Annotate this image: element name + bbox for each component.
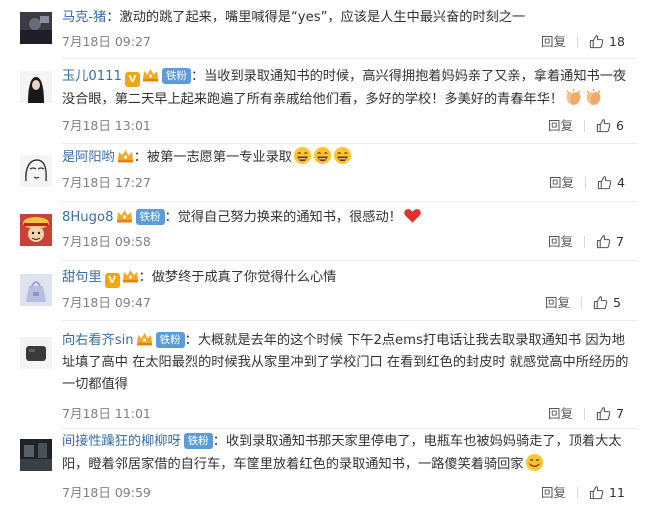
user-avatar[interactable] (20, 12, 52, 44)
user-avatar[interactable] (20, 71, 52, 103)
username-link[interactable]: 玉儿0111 (62, 69, 122, 84)
clapping-hands-emoji (586, 88, 601, 105)
meta-divider (577, 36, 578, 48)
comment-timestamp: 7月18日 11:01 (62, 406, 151, 421)
meta-divider (577, 487, 578, 499)
username-link[interactable]: 是阿阳哟 (62, 150, 115, 165)
smiling-emoji (525, 453, 543, 472)
comment-timestamp: 7月18日 09:59 (62, 485, 151, 500)
reply-button[interactable]: 回复 (548, 234, 573, 250)
reply-button[interactable]: 回复 (548, 406, 573, 422)
like-button[interactable]: 7 (596, 406, 624, 422)
like-count: 7 (616, 234, 624, 249)
like-button[interactable]: 4 (597, 175, 625, 191)
user-avatar[interactable] (20, 274, 52, 306)
username-link[interactable]: 8Hugo8 (62, 210, 114, 225)
comment-body: 间接性躁狂的柳柳呀 铁粉 ：收到录取通知书那天家里停电了，电瓶车也被妈妈骑走了，顶着… (62, 431, 633, 476)
crown-badge (122, 270, 138, 283)
username-link[interactable]: 向右看齐sin (62, 333, 134, 348)
v-badge: V (124, 72, 140, 87)
laughing-emoji (333, 146, 352, 165)
crown-badge (136, 333, 152, 346)
laughing-emoji (293, 146, 312, 165)
reply-button[interactable]: 回复 (545, 295, 570, 311)
red-heart-emoji (404, 209, 421, 223)
comment-timestamp: 7月18日 09:27 (62, 34, 151, 49)
thumbs-up-icon (596, 407, 611, 421)
crown-badge (117, 150, 133, 163)
like-button[interactable]: 7 (596, 234, 624, 250)
comment-timestamp: 7月18日 09:58 (62, 234, 151, 249)
like-count: 4 (617, 175, 625, 190)
comment-item: 是阿阳哟 ：被第一志愿第一专业录取 7月18日 17:27 回复 4 (0, 144, 645, 200)
comment-body: 甜句里 V ：做梦终于成真了你觉得什么心情 (62, 267, 633, 289)
like-count: 6 (616, 118, 624, 133)
meta-divider (584, 236, 585, 248)
comment-text: ：激动的跳了起来，嘴里喊得是“yes”，应该是人生中最兴奋的时刻之一 (106, 10, 526, 25)
comment-item: 甜句里 V ：做梦终于成真了你觉得什么心情 7月18日 09:47 回复 5 (0, 261, 645, 317)
comment-body: 向右看齐sin 铁粉 ：大概就是去年的这个时候 下午2点ems打电话让我去取录取通知… (62, 330, 633, 396)
thumbs-up-icon (589, 486, 604, 500)
comment-item: 间接性躁狂的柳柳呀 铁粉 ：收到录取通知书那天家里停电了，电瓶车也被妈妈骑走了，顶着… (0, 429, 645, 510)
username-link[interactable]: 间接性躁狂的柳柳呀 (62, 434, 181, 449)
reply-button[interactable]: 回复 (541, 485, 566, 501)
user-avatar[interactable] (20, 155, 52, 187)
fan-badge: 铁粉 (135, 209, 165, 225)
fan-badge: 铁粉 (161, 68, 191, 84)
comment-text: ：做梦终于成真了你觉得什么心情 (138, 270, 337, 285)
meta-divider (581, 297, 582, 309)
comment-body: 玉儿0111 V 铁粉 ：当收到录取通知书的时候，高兴得拥抱着妈妈亲了又亲，拿着通知书… (62, 66, 633, 111)
crown-badge (116, 210, 132, 223)
thumbs-up-icon (593, 296, 608, 310)
username-link[interactable]: 甜句里 (62, 270, 102, 285)
user-avatar[interactable] (20, 439, 52, 471)
clapping-hands-emoji (566, 88, 581, 105)
v-badge: V (104, 273, 120, 288)
like-count: 18 (609, 34, 625, 49)
like-button[interactable]: 11 (589, 485, 625, 501)
comment-timestamp: 7月18日 09:47 (62, 295, 151, 310)
reply-button[interactable]: 回复 (549, 175, 574, 191)
comment-text: ：觉得自己努力换来的通知书，很感动！ (164, 210, 402, 225)
comment-item: 玉儿0111 V 铁粉 ：当收到录取通知书的时候，高兴得拥抱着妈妈亲了又亲，拿着通知书… (0, 59, 645, 143)
meta-divider (584, 408, 585, 420)
thumbs-up-icon (597, 176, 612, 190)
reply-button[interactable]: 回复 (541, 34, 566, 50)
like-count: 11 (609, 485, 625, 500)
like-button[interactable]: 5 (593, 295, 621, 311)
comment-item: 8Hugo8 铁粉 ：觉得自己努力换来的通知书，很感动！ 7月18日 09:58 回… (0, 202, 645, 258)
like-button[interactable]: 6 (596, 118, 624, 134)
comment-timestamp: 7月18日 17:27 (62, 175, 151, 190)
comment-text: ：被第一志愿第一专业录取 (133, 150, 292, 165)
reply-button[interactable]: 回复 (548, 118, 573, 134)
laughing-emoji (313, 146, 332, 165)
user-avatar[interactable] (20, 214, 52, 246)
fan-badge: 铁粉 (183, 433, 213, 449)
user-avatar[interactable] (20, 337, 52, 369)
comment-body: 是阿阳哟 ：被第一志愿第一专业录取 (62, 146, 633, 169)
username-link[interactable]: 马克-猪 (62, 10, 106, 25)
comment-body: 8Hugo8 铁粉 ：觉得自己努力换来的通知书，很感动！ (62, 206, 633, 229)
like-count: 5 (613, 295, 621, 310)
like-count: 7 (616, 406, 624, 421)
comment-item: 马克-猪：激动的跳了起来，嘴里喊得是“yes”，应该是人生中最兴奋的时刻之一 7… (0, 0, 645, 56)
thumbs-up-icon (596, 235, 611, 249)
crown-badge (142, 69, 158, 82)
fan-badge: 铁粉 (155, 332, 185, 348)
comment-timestamp: 7月18日 13:01 (62, 118, 151, 133)
like-button[interactable]: 18 (589, 34, 625, 50)
thumbs-up-icon (596, 119, 611, 133)
comment-body: 马克-猪：激动的跳了起来，嘴里喊得是“yes”，应该是人生中最兴奋的时刻之一 (62, 7, 633, 29)
meta-divider (585, 177, 586, 189)
comment-item: 向右看齐sin 铁粉 ：大概就是去年的这个时候 下午2点ems打电话让我去取录取通知… (0, 321, 645, 427)
thumbs-up-icon (589, 35, 604, 49)
meta-divider (584, 120, 585, 132)
